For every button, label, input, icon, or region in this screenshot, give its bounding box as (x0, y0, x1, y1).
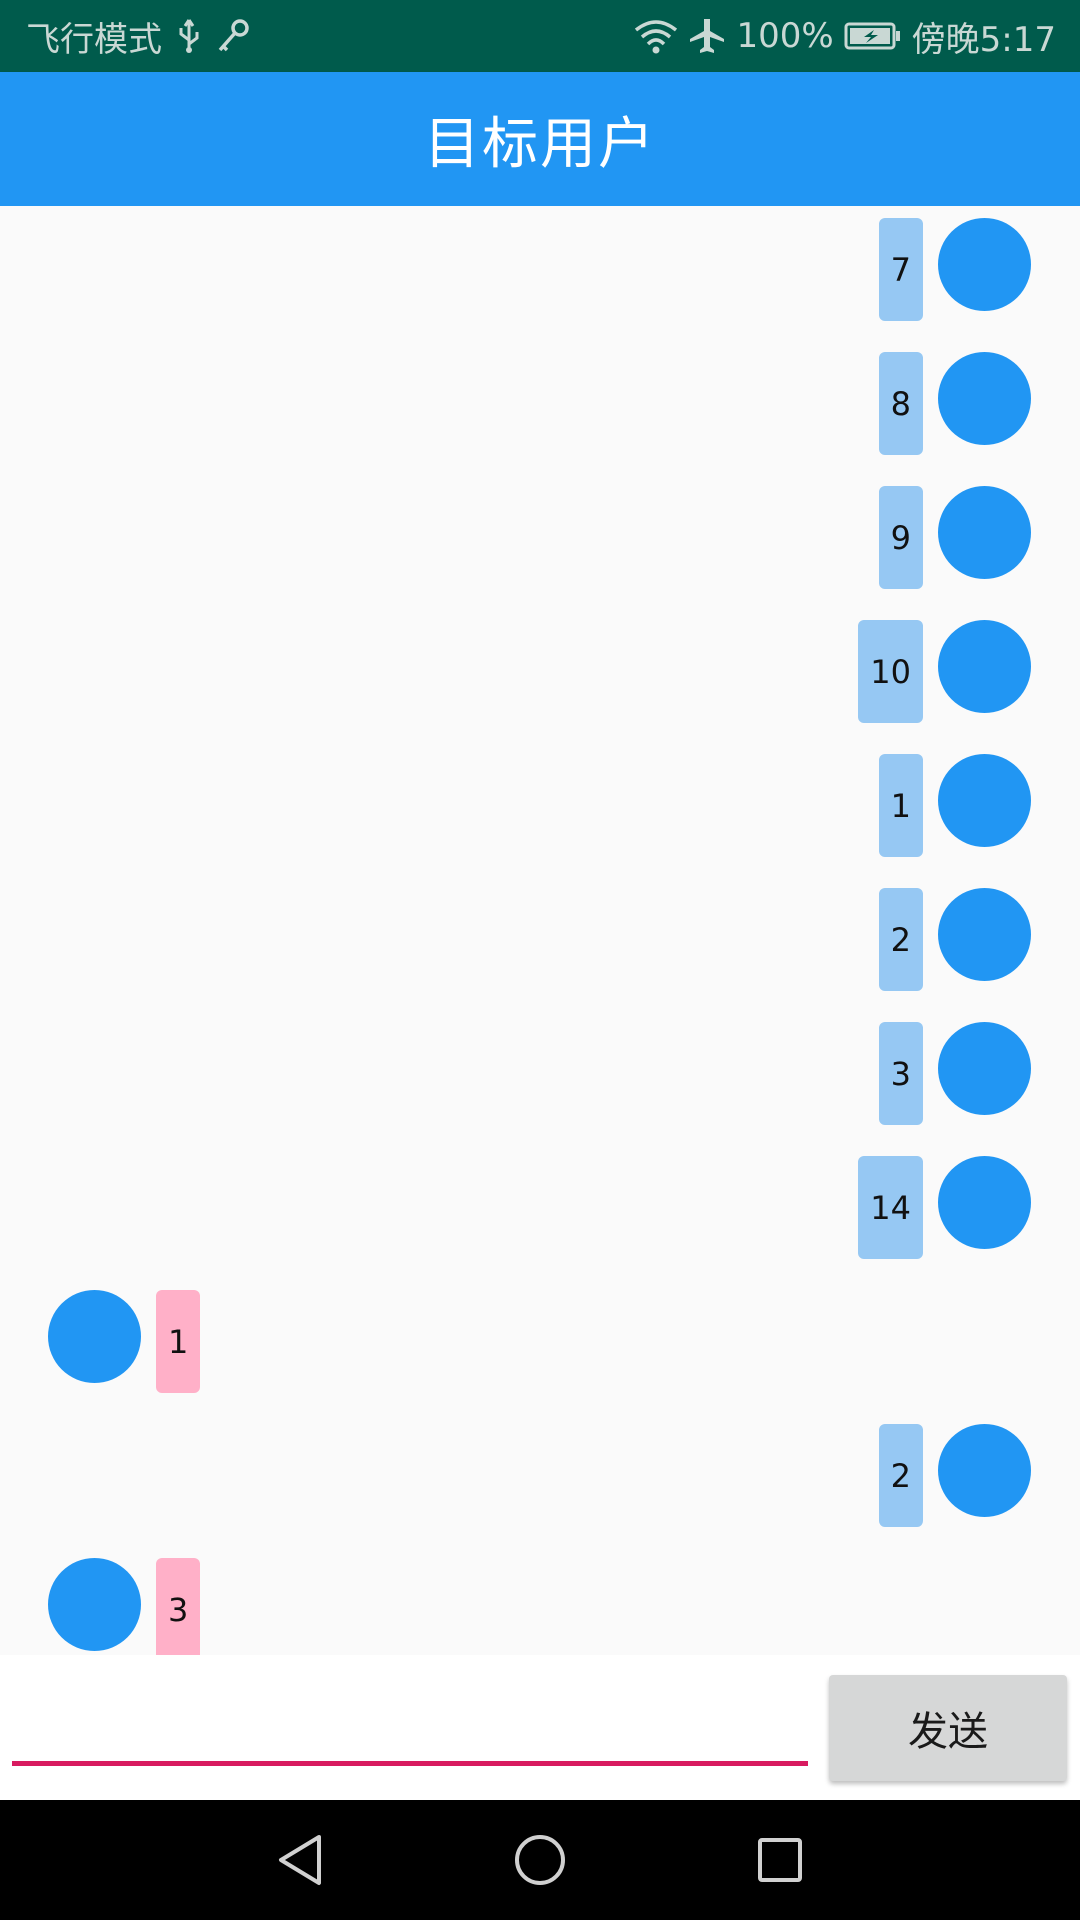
message-bubble[interactable]: 2 (878, 1424, 923, 1527)
message-bubble[interactable]: 3 (878, 1022, 923, 1125)
avatar[interactable] (938, 352, 1031, 445)
list-item: 8 (0, 346, 1080, 480)
airplane-mode-label: 飞行模式 (26, 19, 162, 60)
message-bubble[interactable]: 3 (156, 1558, 201, 1655)
send-button[interactable]: 发送 (829, 1675, 1067, 1781)
list-item: 2 (0, 1418, 1080, 1552)
message-bubble[interactable]: 14 (858, 1156, 923, 1259)
battery-percent: 100% (736, 16, 834, 56)
avatar[interactable] (938, 620, 1031, 713)
chat-list[interactable]: 7 8 9 10 1 2 3 14 1 2 3 (0, 206, 1080, 1655)
avatar[interactable] (938, 1156, 1031, 1249)
avatar[interactable] (938, 218, 1031, 311)
list-item: 14 (0, 1150, 1080, 1284)
message-bubble[interactable]: 1 (156, 1290, 201, 1393)
avatar[interactable] (48, 1558, 141, 1651)
status-right: 100% 傍晚5:17 (634, 0, 1056, 72)
back-icon[interactable] (265, 1830, 335, 1890)
page-title: 目标用户 (424, 111, 656, 177)
avatar[interactable] (938, 888, 1031, 981)
system-nav-bar (0, 1800, 1080, 1920)
avatar[interactable] (938, 486, 1031, 579)
list-item: 3 (0, 1016, 1080, 1150)
app-bar: 目标用户 (0, 72, 1080, 206)
key-icon (216, 18, 250, 54)
avatar[interactable] (938, 1022, 1031, 1115)
airplane-icon (688, 17, 726, 55)
message-bubble[interactable]: 1 (878, 754, 923, 857)
wifi-icon (634, 18, 678, 54)
status-bar: 飞行模式 100% 傍晚5:17 (0, 0, 1080, 72)
clock: 傍晚5:17 (911, 19, 1056, 60)
recents-icon[interactable] (745, 1830, 815, 1890)
avatar[interactable] (938, 1424, 1031, 1517)
avatar[interactable] (938, 754, 1031, 847)
home-icon[interactable] (505, 1830, 575, 1890)
battery-charging-icon (844, 21, 902, 51)
usb-icon (176, 18, 202, 54)
message-bubble[interactable]: 2 (878, 888, 923, 991)
avatar[interactable] (48, 1290, 141, 1383)
list-item: 1 (0, 1284, 1080, 1418)
list-item: 3 (0, 1552, 1080, 1655)
message-bubble[interactable]: 10 (858, 620, 923, 723)
list-item: 2 (0, 882, 1080, 1016)
list-item: 1 (0, 748, 1080, 882)
status-left: 飞行模式 (26, 0, 250, 72)
message-input[interactable] (12, 1675, 808, 1766)
message-bubble[interactable]: 8 (878, 352, 923, 455)
message-composer: 发送 (0, 1655, 1080, 1800)
message-bubble[interactable]: 7 (878, 218, 923, 321)
message-bubble[interactable]: 9 (878, 486, 923, 589)
list-item: 9 (0, 480, 1080, 614)
list-item: 10 (0, 614, 1080, 748)
list-item: 7 (0, 212, 1080, 346)
